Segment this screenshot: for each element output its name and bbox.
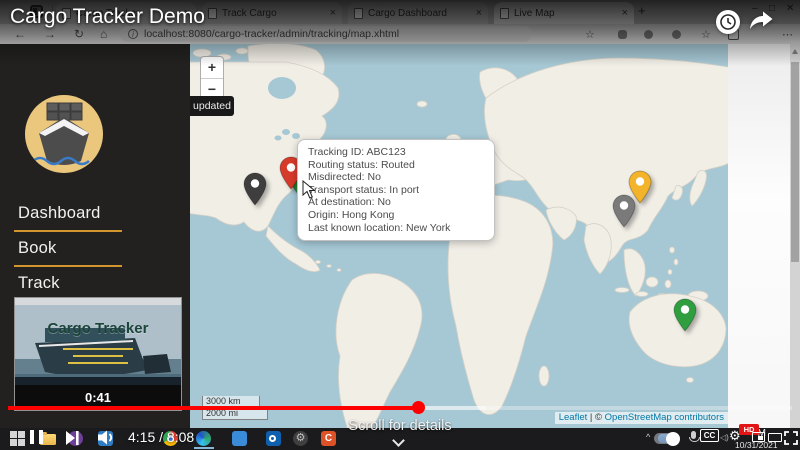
marker-hong-kong[interactable] (612, 194, 636, 233)
marker-australia[interactable] (673, 298, 697, 337)
active-app-indicator (194, 447, 214, 449)
progress-scrubber[interactable] (412, 401, 425, 414)
tab-close-icon[interactable]: × (330, 7, 336, 19)
extension-icon[interactable] (672, 30, 681, 39)
tray-volume-icon[interactable]: ◁) (720, 433, 729, 442)
cargo-ship-logo (25, 95, 103, 173)
scrollbar-up-icon[interactable] (792, 49, 798, 54)
browser-tab-cargo-dashboard[interactable]: Cargo Dashboard × (348, 2, 488, 24)
page-icon (500, 8, 509, 19)
marker-us-midwest[interactable] (243, 172, 267, 211)
nav-underline (14, 265, 122, 267)
map-zoom-control: + − (200, 56, 224, 101)
tab-close-icon[interactable]: × (476, 7, 482, 19)
back-icon[interactable]: ← (14, 27, 26, 41)
subtitles-button[interactable]: CC (700, 429, 719, 442)
popup-line: Misdirected: No (308, 171, 484, 184)
autoplay-toggle[interactable] (654, 433, 680, 444)
page-icon (354, 8, 363, 19)
nav-underline (14, 230, 122, 232)
ship-icon (25, 95, 103, 173)
mouse-cursor (302, 180, 315, 199)
video-title[interactable]: Cargo Tracker Demo (10, 5, 205, 29)
tab-label: Cargo Dashboard (368, 8, 471, 19)
tab-label: Track Cargo (222, 8, 325, 19)
progress-bar-played (8, 406, 418, 410)
scrollbar-thumb[interactable] (791, 62, 799, 262)
favorites-bar-icon[interactable]: ☆ (701, 28, 711, 41)
map[interactable]: + − updated Tracking ID: ABC123Routing s… (190, 44, 728, 428)
popup-line: Routing status: Routed (308, 159, 484, 172)
page-background (728, 44, 790, 428)
popup-line: Origin: Hong Kong (308, 209, 484, 222)
popup-line: At destination: No (308, 196, 484, 209)
tracking-popup: Tracking ID: ABC123Routing status: Route… (297, 139, 495, 241)
site-info-icon[interactable]: i (128, 29, 138, 39)
refresh-icon[interactable]: ↻ (74, 27, 84, 41)
sidebar-item-dashboard[interactable]: Dashboard (18, 204, 101, 223)
browser-tab-live-map[interactable]: Live Map × (494, 2, 634, 24)
screen: Cargo Tracker×Track Cargo×Cargo Dashboar… (0, 0, 800, 450)
theater-mode-button[interactable] (768, 433, 782, 442)
preview-frame: Cargo Tracker (15, 298, 181, 385)
home-icon[interactable]: ⌂ (100, 27, 107, 41)
watch-later-icon[interactable] (716, 10, 740, 34)
share-icon[interactable] (748, 11, 774, 30)
new-tab-button[interactable]: + (638, 3, 646, 18)
fullscreen-button[interactable] (784, 431, 798, 445)
sidebar-item-track[interactable]: Track (18, 274, 60, 293)
zoom-in-button[interactable]: + (201, 57, 223, 78)
scroll-for-details[interactable]: Scroll for details (0, 418, 800, 434)
forward-icon[interactable]: → (44, 27, 56, 41)
browser-tab-track-cargo[interactable]: Track Cargo × (202, 2, 342, 24)
extension-icon[interactable] (618, 30, 627, 39)
page-icon (208, 8, 217, 19)
map-updated-toast: updated (190, 96, 234, 116)
url-text: localhost:8080/cargo-tracker/admin/track… (144, 28, 399, 40)
popup-line: Transport status: In port (308, 184, 484, 197)
preview-title: Cargo Tracker (15, 320, 181, 337)
seek-preview-thumbnail: Cargo Tracker 0:41 (14, 297, 182, 411)
extension-icon[interactable] (644, 30, 653, 39)
tab-label: Live Map (514, 8, 617, 19)
browser-menu-icon[interactable]: ⋯ (782, 28, 793, 41)
miniplayer-button[interactable] (752, 432, 765, 442)
sidebar-item-book[interactable]: Book (18, 239, 56, 258)
tab-close-icon[interactable]: × (622, 7, 628, 19)
add-favorite-icon[interactable]: ☆ (585, 28, 595, 41)
popup-line: Last known location: New York (308, 222, 484, 235)
window-close-button[interactable]: ✕ (786, 3, 794, 14)
popup-line: Tracking ID: ABC123 (308, 146, 484, 159)
